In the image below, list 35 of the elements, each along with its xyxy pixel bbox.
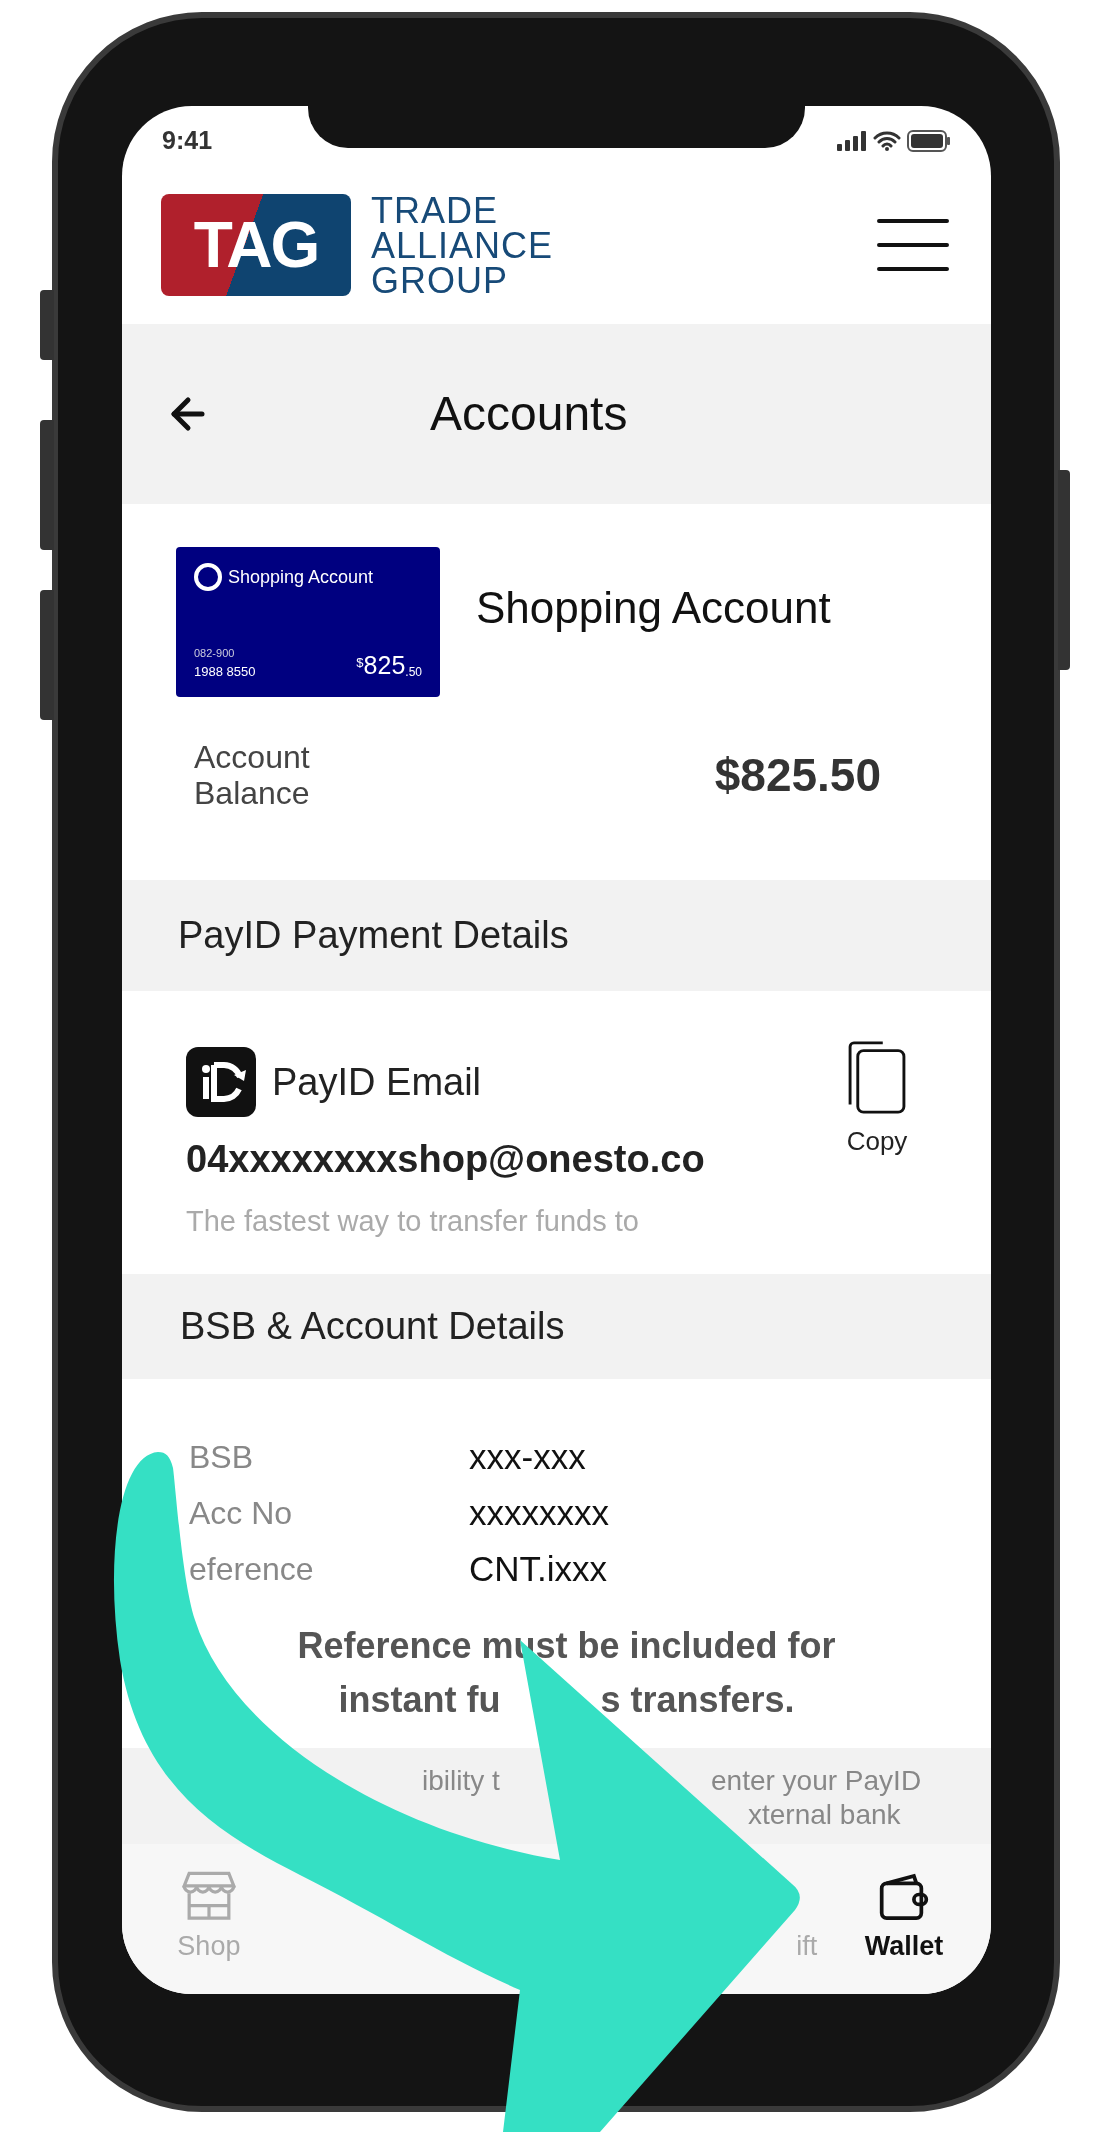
info-text: enter your PayID [711,1764,922,1798]
payid-email: 04xxxxxxxxshop@onesto.co [186,1137,705,1182]
balance-label: Account Balance [194,739,311,811]
payid-logo-icon [186,1047,256,1117]
menu-icon[interactable] [877,217,949,273]
payid-description: The fastest way to transfer funds to [186,1204,640,1239]
nav-tab[interactable]: Wallet [864,1866,944,1966]
detail-label: eference [189,1550,315,1589]
card-number: 1988 8550 [194,662,256,681]
reference-note: s transfers. [600,1678,795,1722]
card-bsb: 082-900 [194,646,236,661]
detail-label: Acc No [189,1494,294,1533]
detail-value: CNT.ixxx [469,1547,608,1590]
balance-amount: $825.50 [714,747,881,803]
wifi-icon [873,131,901,151]
detail-label: BSB [189,1438,255,1477]
ring-icon [194,563,222,591]
logo-wordmark-line: ALLIANCE [371,227,554,263]
section-title: BSB & Account Details [180,1304,565,1349]
detail-value: xxx-xxx [469,1435,586,1478]
battery-icon [907,130,951,152]
card-name: Shopping Account [228,565,374,589]
account-title: Shopping Account [476,582,831,634]
payid-label: PayID Email [272,1059,482,1105]
detail-value: xxxxxxxx [469,1491,609,1534]
logo-wordmark-line: GROUP [371,262,509,298]
info-text: xternal bank [748,1798,902,1832]
section-title: PayID Payment Details [178,913,569,958]
status-time: 9:41 [162,125,213,157]
info-text: ibility t [422,1764,501,1798]
copy-button[interactable]: Copy [845,1041,909,1161]
logo-wordmark-line: TRADE [371,192,499,228]
reference-note: instant fu [338,1678,501,1722]
signal-icon [837,131,867,151]
page-title: Accounts [430,386,628,442]
